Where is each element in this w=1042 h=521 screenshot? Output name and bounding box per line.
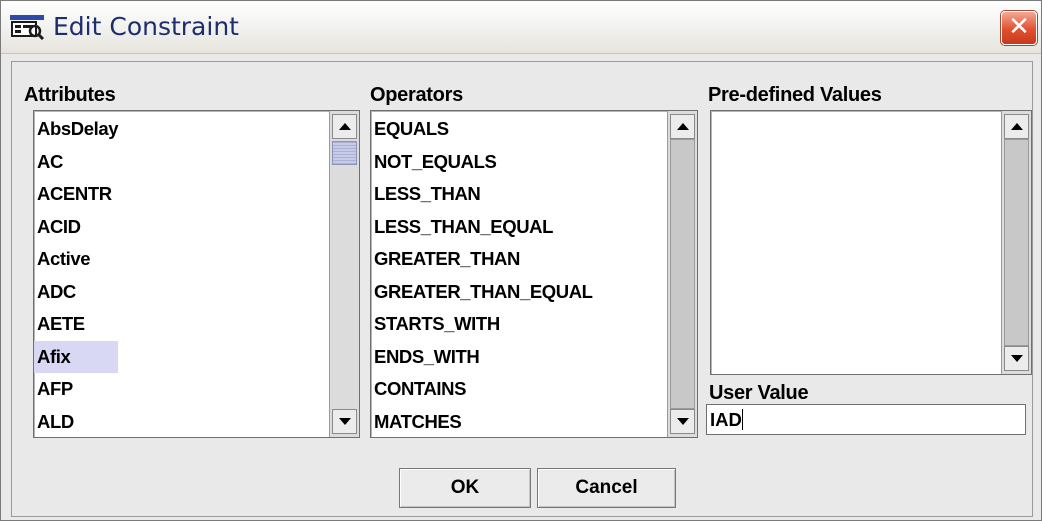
scroll-track[interactable] xyxy=(1004,139,1029,346)
content-panel: Attributes AbsDelay AC ACENTR ACID Active ADC… xyxy=(11,61,1033,517)
operators-label: Operators xyxy=(370,84,463,106)
operator-item[interactable]: EQUALS xyxy=(371,113,593,146)
arrow-down-icon xyxy=(339,418,351,425)
scroll-up-button[interactable] xyxy=(332,114,357,139)
arrow-up-icon xyxy=(339,123,351,130)
operator-item[interactable]: LESS_THAN_EQUAL xyxy=(371,211,593,244)
arrow-down-icon xyxy=(677,418,689,425)
predefined-values-list[interactable] xyxy=(710,110,1032,375)
attribute-item[interactable]: Active xyxy=(34,243,118,276)
operator-item[interactable]: MATCHES xyxy=(371,406,593,438)
scroll-up-button[interactable] xyxy=(1004,114,1029,139)
scroll-thumb[interactable] xyxy=(332,141,357,165)
arrow-down-icon xyxy=(1011,355,1023,362)
operator-item[interactable]: STARTS_WITH xyxy=(371,308,593,341)
text-caret xyxy=(741,409,743,430)
attribute-item[interactable]: ACENTR xyxy=(34,178,118,211)
operators-list[interactable]: EQUALS NOT_EQUALS LESS_THAN LESS_THAN_EQUAL… xyxy=(370,110,698,438)
arrow-up-icon xyxy=(677,123,689,130)
scroll-down-button[interactable] xyxy=(670,409,695,434)
window-app-icon xyxy=(10,15,45,40)
predefined-scrollbar[interactable] xyxy=(1001,111,1031,374)
operator-item[interactable]: ENDS_WITH xyxy=(371,341,593,374)
operator-item[interactable]: NOT_EQUALS xyxy=(371,146,593,179)
scroll-down-button[interactable] xyxy=(332,409,357,434)
title-bar[interactable]: Edit Constraint ✕ xyxy=(1,1,1041,54)
scroll-track[interactable] xyxy=(670,139,695,409)
operators-scrollbar[interactable] xyxy=(667,111,697,437)
attribute-item[interactable]: AETE xyxy=(34,308,118,341)
attributes-list[interactable]: AbsDelay AC ACENTR ACID Active ADC AETE Afix AFP… xyxy=(33,110,360,438)
attributes-items: AbsDelay AC ACENTR ACID Active ADC AETE Afix AFP… xyxy=(34,113,119,438)
attribute-item[interactable]: ACID xyxy=(34,211,118,244)
scroll-down-button[interactable] xyxy=(1004,346,1029,371)
attribute-item[interactable]: Afix xyxy=(34,340,119,373)
scroll-up-button[interactable] xyxy=(670,114,695,139)
operator-item[interactable]: GREATER_THAN_EQUAL xyxy=(371,276,593,309)
edit-constraint-dialog: Edit Constraint ✕ Attributes AbsDelay AC A… xyxy=(0,0,1042,521)
operators-items: EQUALS NOT_EQUALS LESS_THAN LESS_THAN_EQUAL… xyxy=(371,113,593,438)
arrow-up-icon xyxy=(1011,123,1023,130)
attribute-item[interactable]: ADC xyxy=(34,276,118,309)
predefined-values-label: Pre-defined Values xyxy=(708,84,882,106)
attribute-item[interactable]: ALD xyxy=(34,406,118,438)
operator-item[interactable]: LESS_THAN xyxy=(371,178,593,211)
attribute-item[interactable]: AFP xyxy=(34,373,118,406)
cancel-button[interactable]: Cancel xyxy=(537,468,676,508)
user-value-text: IAD xyxy=(710,409,742,430)
attribute-item[interactable]: AbsDelay xyxy=(34,113,119,146)
window-title: Edit Constraint xyxy=(53,12,239,41)
user-value-label: User Value xyxy=(709,382,809,404)
user-value-input[interactable]: IAD xyxy=(706,404,1026,435)
attributes-label: Attributes xyxy=(24,84,116,106)
attributes-scrollbar[interactable] xyxy=(329,111,359,437)
operator-item[interactable]: CONTAINS xyxy=(371,373,593,406)
close-icon[interactable]: ✕ xyxy=(1001,11,1037,45)
operator-item[interactable]: GREATER_THAN xyxy=(371,243,593,276)
attribute-item[interactable]: AC xyxy=(34,146,118,179)
ok-button[interactable]: OK xyxy=(399,468,531,508)
